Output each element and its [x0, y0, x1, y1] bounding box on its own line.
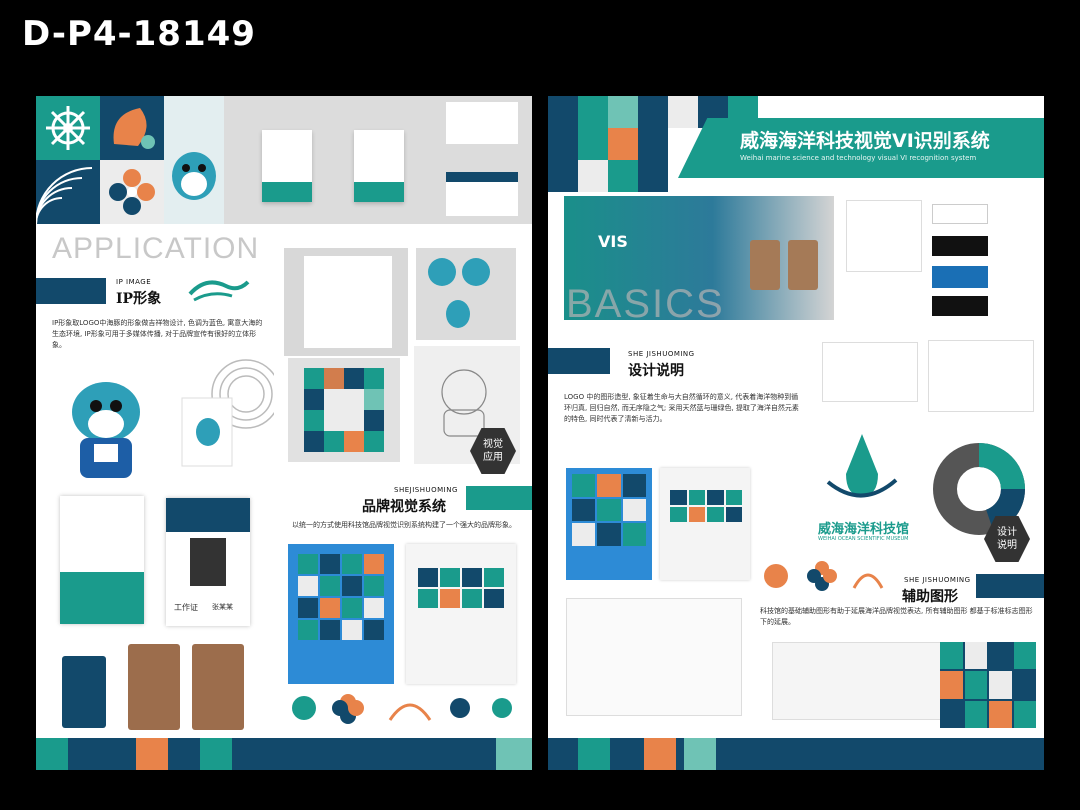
left-board: APPLICATION IP IMAGE IP形象 IP形象取LOGO中海豚的形… [36, 96, 532, 770]
brochure-mockup [406, 544, 516, 684]
folder-mockup [288, 544, 394, 684]
right-board: 威海海洋科技视觉VI识别系统 Weihai marine science and… [548, 96, 1044, 770]
id-card: 工作证 张某某 [166, 498, 250, 626]
shell-icon [113, 108, 155, 149]
helm-icon [46, 106, 90, 150]
helm-tile [36, 96, 100, 160]
brochure-pattern [660, 468, 750, 580]
manual-spread [566, 598, 742, 716]
wave-icon [36, 167, 93, 225]
cup-brown-1 [128, 644, 180, 730]
shell-tile [100, 96, 164, 160]
card-black-2 [932, 296, 988, 316]
mascot-variants [416, 248, 516, 340]
aux-bar [976, 574, 1044, 598]
flower-icon [109, 169, 155, 215]
manual-page [772, 642, 948, 720]
ip-image-en: IP IMAGE [116, 278, 152, 286]
mascot-tile [164, 96, 224, 224]
application-title: APPLICATION [52, 232, 260, 265]
card-black [932, 236, 988, 256]
ip-bar [36, 278, 106, 304]
left-bottom-bar [36, 738, 532, 770]
aux-pattern-grid [940, 642, 1036, 728]
card-blue [932, 266, 988, 288]
spec-sheet-2 [822, 342, 918, 402]
cup-1 [750, 240, 780, 290]
aux-cn: 辅助图形 [902, 589, 958, 605]
spec-sheet-1 [846, 200, 922, 272]
cup-brown-2 [192, 644, 244, 730]
design-en: SHE JISHUOMING [628, 350, 695, 358]
logo-en: WEIHAI OCEAN SCIENTIFIC MUSEUM [818, 536, 909, 542]
system-bar [466, 486, 532, 510]
aux-shapes-right-icon [764, 561, 884, 591]
folder-pattern [566, 468, 652, 580]
dolphin-mascot-icon [72, 382, 140, 478]
ip-description: IP形象取LOGO中海豚的形象做吉祥物设计, 色调为蓝色, 寓意大海的生态环境,… [52, 319, 263, 350]
vis-label: VIS [598, 232, 628, 251]
flower-tile [100, 160, 164, 224]
design-bar [548, 348, 610, 374]
main-subtitle: Weihai marine science and technology vis… [740, 154, 977, 162]
wave-tile [36, 160, 100, 225]
mascot-variants-icon [428, 258, 490, 328]
dolphin-icon [172, 152, 216, 200]
spec-sheet-3 [928, 340, 1034, 412]
bags-mockup [224, 96, 532, 224]
system-description: 以统一的方式使用科技馆品牌视觉识别系统构建了一个强大的品牌形象。 [292, 521, 516, 529]
ip-image-cn: IP形象 [116, 291, 162, 307]
system-en: SHEJISHUOMING [394, 486, 458, 494]
card-white [932, 204, 988, 224]
basics-watermark: BASICS [566, 282, 725, 326]
design-description: LOGO 中的图形造型, 象征着生命与大自然循环的意义, 代表着海洋物种到循环归… [564, 393, 799, 424]
aux-description: 科技馆的基础辅助图形有助于延展海洋品牌视觉表达, 所有辅助图形 都基于标准标志图… [760, 607, 1033, 627]
logo-wave-icon [188, 280, 250, 302]
design-cn: 设计说明 [628, 363, 684, 379]
logo-mark-icon [826, 434, 898, 498]
bag-mascot-mockup [170, 358, 281, 468]
main-title: 威海海洋科技视觉VI识别系统 [740, 130, 990, 152]
right-bottom-bar [548, 738, 1044, 770]
bag-arcs-icon [181, 359, 281, 467]
letterhead-mockup [284, 248, 408, 356]
aux-shapes-icon [292, 694, 512, 724]
business-card [60, 496, 144, 624]
logo-cn: 威海海洋科技馆 [818, 522, 910, 537]
cup-2 [788, 240, 818, 290]
aux-en: SHE JISHUOMING [904, 576, 971, 584]
project-code: D-P4-18149 [22, 14, 256, 54]
id-card-name: 张某某 [212, 603, 233, 611]
pattern-card [288, 358, 400, 462]
system-cn: 品牌视觉系统 [362, 499, 446, 515]
id-card-role: 工作证 [174, 603, 198, 612]
cup-navy [62, 656, 106, 728]
